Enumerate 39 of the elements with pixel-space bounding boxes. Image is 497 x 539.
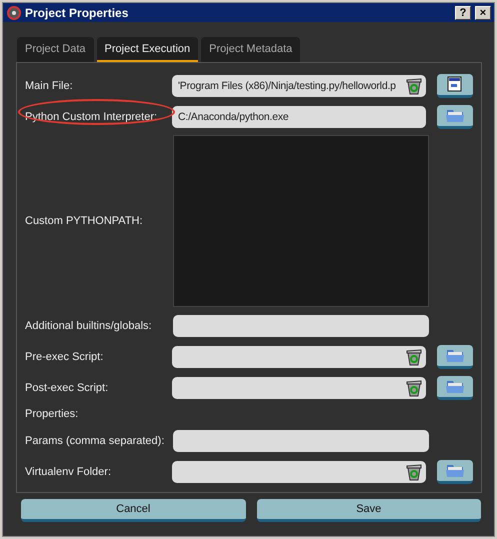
field-label: Pre-exec Script: bbox=[25, 350, 104, 362]
browse-button[interactable] bbox=[437, 460, 473, 484]
field-label: Params (comma separated): bbox=[25, 434, 166, 446]
trash-icon[interactable] bbox=[405, 462, 424, 480]
close-button[interactable]: × bbox=[475, 6, 491, 20]
window-title: Project Properties bbox=[25, 6, 130, 20]
tab[interactable]: Project Data bbox=[17, 37, 94, 62]
folder-icon bbox=[445, 107, 466, 123]
field-label: Main File: bbox=[25, 80, 74, 92]
section-label: Properties: bbox=[25, 408, 80, 420]
tab[interactable]: Project Execution bbox=[96, 37, 198, 62]
browse-button[interactable] bbox=[437, 74, 473, 98]
trash-icon[interactable] bbox=[405, 378, 424, 396]
trash-icon[interactable] bbox=[405, 348, 424, 366]
field-label: Virtualenv Folder: bbox=[25, 466, 112, 478]
input-field[interactable] bbox=[172, 346, 426, 368]
input-field[interactable] bbox=[173, 314, 429, 336]
window-icon bbox=[447, 76, 464, 92]
browse-button[interactable] bbox=[437, 104, 473, 128]
input-field[interactable]: 'Program Files (x86)/Ninja/testing.py/helloworld.p bbox=[172, 74, 426, 96]
trash-icon[interactable] bbox=[405, 76, 424, 94]
browse-button[interactable] bbox=[437, 344, 473, 368]
tab[interactable]: Project Metadata bbox=[201, 37, 300, 62]
field-label: Post-exec Script: bbox=[25, 382, 110, 394]
field-label: Additional builtins/globals: bbox=[25, 320, 153, 332]
help-button[interactable]: ? bbox=[455, 6, 471, 20]
dialog-button[interactable]: Save bbox=[256, 499, 481, 522]
input-field[interactable] bbox=[172, 460, 426, 482]
field-label: Python Custom Interpreter: bbox=[25, 110, 158, 122]
folder-icon bbox=[445, 347, 466, 363]
browse-button[interactable] bbox=[437, 376, 473, 400]
app-icon bbox=[7, 6, 21, 20]
folder-icon bbox=[445, 462, 466, 478]
input-field[interactable] bbox=[173, 430, 429, 452]
input-field[interactable]: C:/Anaconda/python.exe bbox=[172, 106, 426, 128]
folder-icon bbox=[445, 378, 466, 394]
field-label: Custom PYTHONPATH: bbox=[25, 215, 144, 227]
input-field[interactable] bbox=[172, 376, 426, 398]
dialog-button[interactable]: Cancel bbox=[21, 499, 246, 522]
